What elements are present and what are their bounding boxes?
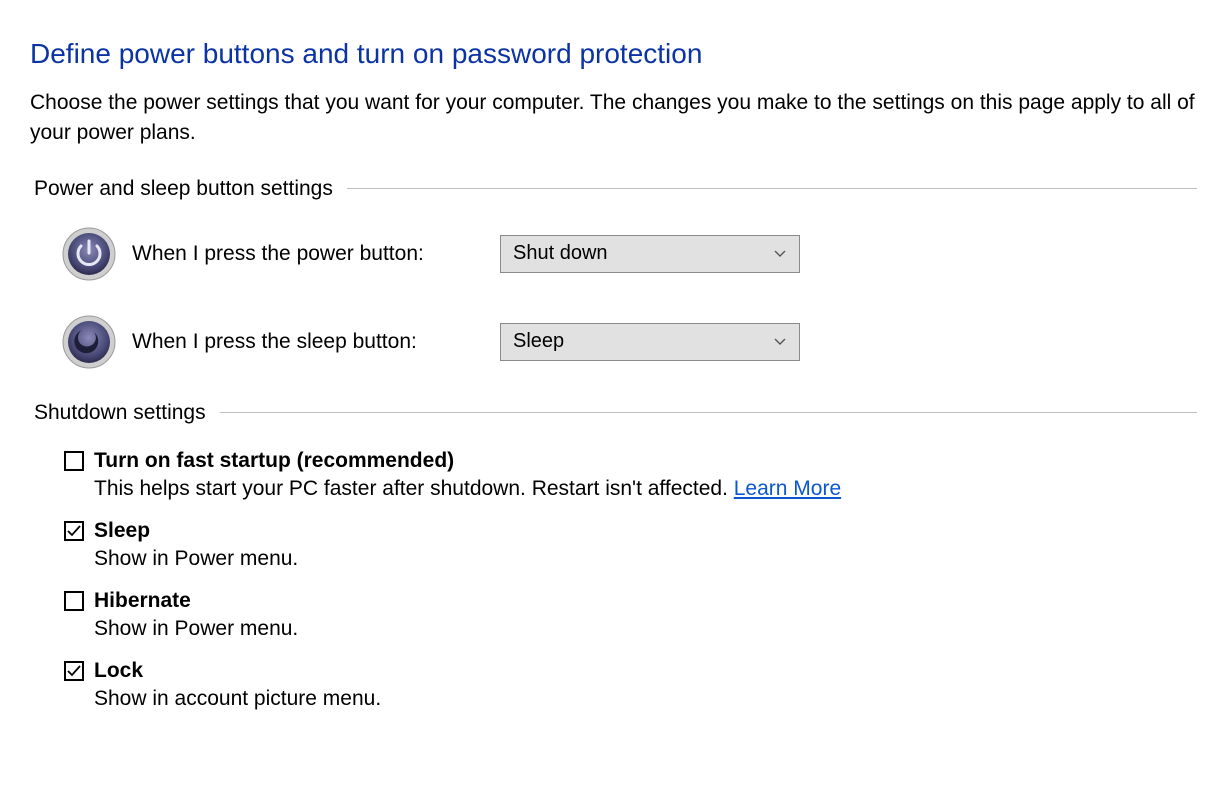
sleep-item: Sleep Show in Power menu.	[64, 519, 1197, 571]
sleep-button-row: When I press the sleep button: Sleep	[60, 313, 1197, 371]
chevron-down-icon	[773, 247, 787, 261]
power-button-select-value: Shut down	[513, 242, 608, 265]
power-button-select[interactable]: Shut down	[500, 235, 800, 273]
section-shutdown-header: Shutdown settings	[34, 401, 1197, 425]
hibernate-item: Hibernate Show in Power menu.	[64, 589, 1197, 641]
lock-item: Lock Show in account picture menu.	[64, 659, 1197, 711]
sleep-title: Sleep	[94, 519, 150, 543]
intro-text: Choose the power settings that you want …	[30, 88, 1197, 149]
hibernate-desc: Show in Power menu.	[94, 617, 1197, 641]
hibernate-title: Hibernate	[94, 589, 191, 613]
divider-line	[220, 412, 1197, 413]
power-button-label: When I press the power button:	[132, 242, 500, 266]
fast-startup-title: Turn on fast startup (recommended)	[94, 449, 454, 473]
sleep-button-label: When I press the sleep button:	[132, 330, 500, 354]
fast-startup-item: Turn on fast startup (recommended) This …	[64, 449, 1197, 501]
power-icon	[60, 225, 118, 283]
lock-title: Lock	[94, 659, 143, 683]
learn-more-link[interactable]: Learn More	[734, 477, 841, 500]
section-shutdown-label: Shutdown settings	[34, 401, 206, 425]
fast-startup-checkbox[interactable]	[64, 451, 84, 471]
lock-desc: Show in account picture menu.	[94, 687, 1197, 711]
lock-checkbox[interactable]	[64, 661, 84, 681]
hibernate-checkbox[interactable]	[64, 591, 84, 611]
divider-line	[347, 188, 1197, 189]
section-power-sleep-header: Power and sleep button settings	[34, 177, 1197, 201]
section-power-sleep-label: Power and sleep button settings	[34, 177, 333, 201]
power-button-row: When I press the power button: Shut down	[60, 225, 1197, 283]
page-title: Define power buttons and turn on passwor…	[30, 38, 1197, 70]
chevron-down-icon	[773, 335, 787, 349]
sleep-button-select[interactable]: Sleep	[500, 323, 800, 361]
sleep-icon	[60, 313, 118, 371]
sleep-button-select-value: Sleep	[513, 330, 564, 353]
fast-startup-desc: This helps start your PC faster after sh…	[94, 477, 1197, 501]
sleep-desc: Show in Power menu.	[94, 547, 1197, 571]
sleep-checkbox[interactable]	[64, 521, 84, 541]
